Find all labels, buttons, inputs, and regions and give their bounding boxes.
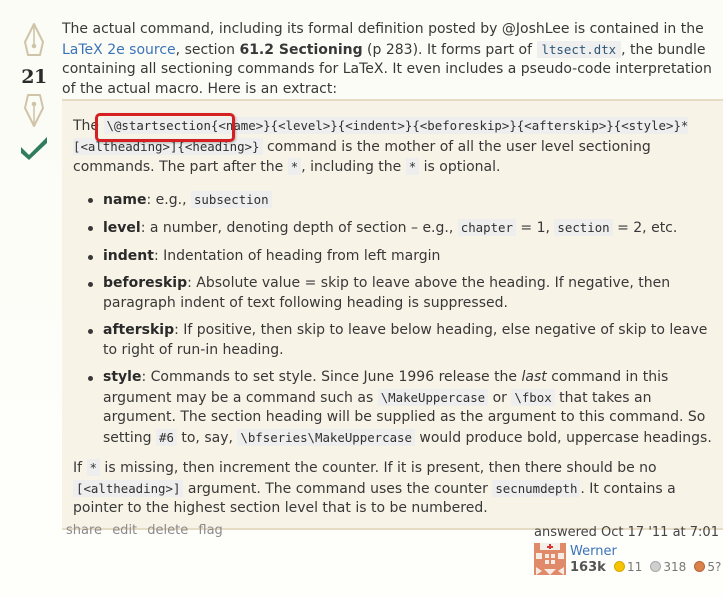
list-item: style: Commands to set style. Since June… (73, 368, 715, 448)
text: : Commands to set style. Since June 1996… (141, 369, 522, 385)
inline-code: [<altheading>] (73, 479, 184, 497)
text: : a number, denoting depth of section – … (140, 220, 458, 236)
text: The (73, 118, 104, 134)
parameter-list: name: e.g., subsection level: a number, … (73, 190, 715, 449)
list-item: name: e.g., subsection (73, 190, 715, 211)
term: afterskip (103, 322, 175, 338)
text: to, say, (176, 429, 238, 446)
text: or (488, 389, 512, 406)
term: style (103, 369, 142, 385)
list-item: indent: Indentation of heading from left… (73, 247, 715, 267)
text: would produce bold, uppercase headings. (414, 429, 712, 446)
bronze-badge-count: 5? (707, 560, 722, 574)
vote-count: 21 (21, 66, 47, 88)
inline-code: section (554, 219, 613, 236)
user-name-link[interactable]: Werner (570, 544, 721, 560)
inline-code: \bfseries\MakeUppercase (237, 428, 415, 446)
answer-post: 21 The actual command, including its for… (0, 0, 723, 597)
text: , section (175, 41, 240, 58)
silver-badge-icon (650, 561, 662, 572)
latex-source-link[interactable]: LaTeX 2e source (62, 42, 176, 58)
inline-code: \MakeUppercase (377, 388, 489, 406)
post-body: The actual command, including its formal… (62, 20, 723, 530)
flag-link[interactable]: flag (198, 523, 222, 538)
emphasis: last (521, 369, 547, 385)
vote-cell: 21 (14, 22, 54, 160)
text: = 2, etc. (612, 220, 678, 236)
avatar[interactable] (534, 543, 566, 575)
text: is missing, then increment the counter. … (99, 460, 657, 476)
gold-badge-count: 11 (626, 560, 643, 574)
checkmark-icon (21, 137, 47, 160)
inline-code: * (287, 158, 302, 175)
answered-timestamp: answered Oct 17 '11 at 7:01 (534, 525, 719, 540)
text: : If positive, then skip to leave below … (103, 322, 708, 358)
inline-code: chapter (457, 219, 516, 236)
text: (p 283). It forms part of (362, 41, 537, 58)
term: indent (103, 247, 154, 264)
silver-badge-count: 318 (663, 560, 687, 574)
term: beforeskip (103, 275, 188, 291)
user-details: Werner 163k 11 318 5? (570, 544, 721, 575)
delete-link[interactable]: delete (147, 523, 188, 538)
text: , including the (301, 159, 406, 175)
term: name (103, 191, 147, 208)
user-card: answered Oct 17 '11 at 7:01 Werner 163k … (534, 525, 723, 575)
text: : Indentation of heading from left margi… (153, 247, 441, 264)
reputation-score: 163k (570, 560, 606, 575)
gold-badge-icon (613, 561, 625, 572)
text: : e.g., (146, 191, 191, 208)
edit-link[interactable]: edit (112, 523, 137, 538)
text: = 1, (515, 220, 555, 236)
text: The actual command, including its formal… (62, 21, 704, 37)
term: level (103, 220, 141, 236)
text: If (73, 460, 87, 476)
blockquote: The \@startsection{<name>}{<level>}{<ind… (62, 99, 723, 530)
inline-code: ltsect.dtx (536, 40, 622, 58)
inline-code: \fbox (511, 388, 555, 406)
text: : Absolute value = skip to leave above t… (103, 275, 671, 311)
quote-paragraph-2: If * is missing, then increment the coun… (73, 458, 715, 519)
pen-nib-up-icon[interactable] (20, 22, 48, 58)
share-link[interactable]: share (66, 523, 102, 538)
inline-code: * (405, 158, 420, 175)
intro-paragraph: The actual command, including its formal… (62, 20, 720, 99)
pen-nib-down-icon[interactable] (20, 92, 48, 128)
inline-code: * (86, 459, 100, 476)
quote-paragraph-1: The \@startsection{<name>}{<level>}{<ind… (73, 116, 715, 178)
inline-code: secnumdepth (492, 479, 581, 497)
section-ref: 61.2 Sectioning (239, 41, 363, 58)
text: is optional. (419, 159, 501, 175)
list-item: afterskip: If positive, then skip to lea… (73, 321, 715, 360)
inline-code: subsection (190, 190, 272, 208)
bronze-badge-icon (694, 561, 706, 572)
list-item: beforeskip: Absolute value = skip to lea… (73, 274, 715, 313)
list-item: level: a number, denoting depth of secti… (73, 218, 715, 239)
inline-code: #6 (156, 428, 177, 446)
text: argument. The command uses the counter (183, 480, 493, 497)
post-menu: share edit delete flag (66, 523, 229, 538)
